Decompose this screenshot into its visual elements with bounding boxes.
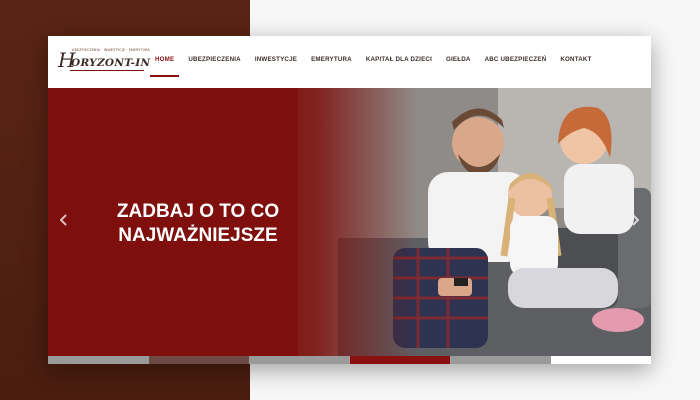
logo-underline: [70, 70, 144, 71]
slider-progress-bar: [48, 356, 651, 364]
site-header: UBEZPIECZENIA · INWESTYCJE · EMERYTURA H…: [48, 36, 651, 88]
nav-item-home[interactable]: HOME: [148, 36, 181, 88]
nav-item-gielda[interactable]: GIEŁDA: [439, 36, 478, 88]
slider-segment-1[interactable]: [48, 356, 149, 364]
slider-segment-3[interactable]: [249, 356, 350, 364]
main-nav: HOME UBEZPIECZENIA INWESTYCJE EMERYTURA …: [148, 36, 599, 88]
hero-headline-line-2: NAJWAŻNIEJSZE: [118, 225, 278, 246]
hero-slider: ZADBAJ O TO CO NAJWAŻNIEJSZE: [48, 88, 651, 356]
slider-segment-6[interactable]: [550, 356, 651, 364]
nav-item-ubezpieczenia[interactable]: UBEZPIECZENIA: [181, 36, 247, 88]
logo-tagline: UBEZPIECZENIA · INWESTYCJE · EMERYTURA: [72, 48, 150, 52]
nav-item-inwestycje[interactable]: INWESTYCJE: [248, 36, 304, 88]
nav-item-kontakt[interactable]: KONTAKT: [553, 36, 598, 88]
chevron-right-icon[interactable]: [629, 214, 641, 230]
slider-segment-2[interactable]: [148, 356, 249, 364]
nav-item-abc-ubezpieczen[interactable]: ABC UBEZPIECZEŃ: [478, 36, 554, 88]
chevron-left-icon[interactable]: [58, 214, 70, 230]
hero-headline-line-1: ZADBAJ O TO CO: [116, 201, 280, 222]
slider-segment-5[interactable]: [450, 356, 551, 364]
website-frame: UBEZPIECZENIA · INWESTYCJE · EMERYTURA H…: [48, 36, 651, 364]
site-logo[interactable]: UBEZPIECZENIA · INWESTYCJE · EMERYTURA H…: [58, 48, 150, 76]
hero-headline: ZADBAJ O TO CO NAJWAŻNIEJSZE: [110, 200, 286, 248]
logo-wordmark: ORYZONT-IN: [71, 57, 151, 69]
slider-segment-4[interactable]: [349, 356, 450, 364]
nav-item-emerytura[interactable]: EMERYTURA: [304, 36, 359, 88]
nav-item-kapital-dla-dzieci[interactable]: KAPITAŁ DLA DZIECI: [359, 36, 439, 88]
